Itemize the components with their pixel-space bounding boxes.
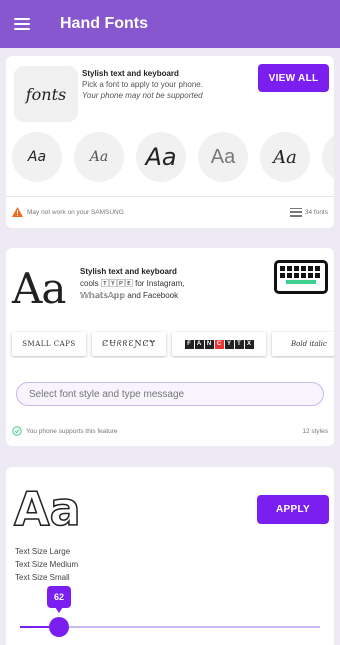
font-count-text: 34 fonts [304,208,328,216]
style-chip-small-caps[interactable]: SMALL CAPS [12,332,86,356]
divider [6,196,334,197]
text-size-small: Text Size Small [15,573,70,582]
style-chip-currency[interactable]: ȻɄᖇᖇƐƝȻɎ [92,332,166,356]
slider-thumb[interactable] [49,617,69,637]
font-preview-row[interactable]: Aa Aa Aa Aa Aa [6,128,334,188]
font-preview-3[interactable]: Aa [136,132,186,182]
style-chip-bold-italic[interactable]: Bold italic [272,332,334,356]
apply-button[interactable]: APPLY [257,495,329,524]
text-size-medium: Text Size Medium [15,560,79,569]
boxed-letter: T [234,339,244,349]
slider-value-bubble: 62 [47,586,71,613]
text-size-card: Aa APPLY Text Size Large Text Size Mediu… [6,467,334,645]
styles-count: 12 styles [302,427,328,435]
fonts-card-text: Stylish text and keyboard Pick a font to… [82,68,252,101]
keyboard-card-text: Stylish text and keyboard cools 🅃🅈🄿🄴 for… [80,266,270,302]
font-preview-4[interactable]: Aa [198,132,248,182]
warning-icon [12,207,23,217]
text-size-list: Text Size Large Text Size Medium Text Si… [15,545,78,584]
font-count[interactable]: 34 fonts [289,207,328,217]
keyboard-card-line3: 𝕎𝕙𝕒𝕥𝕤𝔸𝕡𝕡 and Facebook [80,291,179,300]
font-preview-5[interactable]: Aa [260,132,310,182]
fonts-card-title: Stylish text and keyboard [82,69,179,78]
app-bar: Hand Fonts [0,0,340,48]
style-chip-boxed[interactable]: F A N C Y T X [172,332,266,356]
serif-sample: Aa [12,264,66,313]
keyboard-card-footer: You phone supports this feature 12 style… [12,424,328,438]
menu-icon[interactable] [14,18,30,30]
font-preview-1[interactable]: Aa [12,132,62,182]
message-input[interactable] [16,382,324,406]
keyboard-card: Aa Stylish text and keyboard cools 🅃🅈🄿🄴 … [6,248,334,446]
app-title: Hand Fonts [60,15,148,32]
outline-sample-icon: Aa [13,481,80,533]
style-chips-row[interactable]: SMALL CAPS ȻɄᖇᖇƐƝȻɎ F A N C Y T X Bold i… [6,330,334,358]
boxed-letter: X [244,339,254,349]
fonts-card: fonts Stylish text and keyboard Pick a f… [6,56,334,228]
font-preview-6[interactable] [322,132,334,182]
boxed-letter: N [204,339,214,349]
text-size-large: Text Size Large [15,547,71,556]
check-circle-icon [12,426,22,436]
boxed-letter: Y [224,339,234,349]
fonts-card-footer: May not work on your SAMSUNG 34 fonts [12,205,328,219]
support-text: You phone supports this feature [26,427,118,435]
outline-sample: Aa [14,482,80,533]
font-preview-2[interactable]: Aa [74,132,124,182]
view-all-button[interactable]: VIEW ALL [258,64,329,92]
list-icon [289,207,302,217]
boxed-letter: F [184,339,194,349]
fonts-card-description: Pick a font to apply to your phone. [82,80,203,89]
boxed-letter: A [194,339,204,349]
keyboard-icon[interactable] [274,260,328,294]
fonts-card-warning: Your phone may not be supported [82,91,203,100]
boxed-letter: C [214,339,224,349]
keyboard-card-line2: cools 🅃🅈🄿🄴 for Instagram, [80,279,185,288]
fonts-logo: fonts [14,66,78,122]
keyboard-card-title: Stylish text and keyboard [80,267,177,276]
device-warning-text: May not work on your SAMSUNG [27,208,124,216]
